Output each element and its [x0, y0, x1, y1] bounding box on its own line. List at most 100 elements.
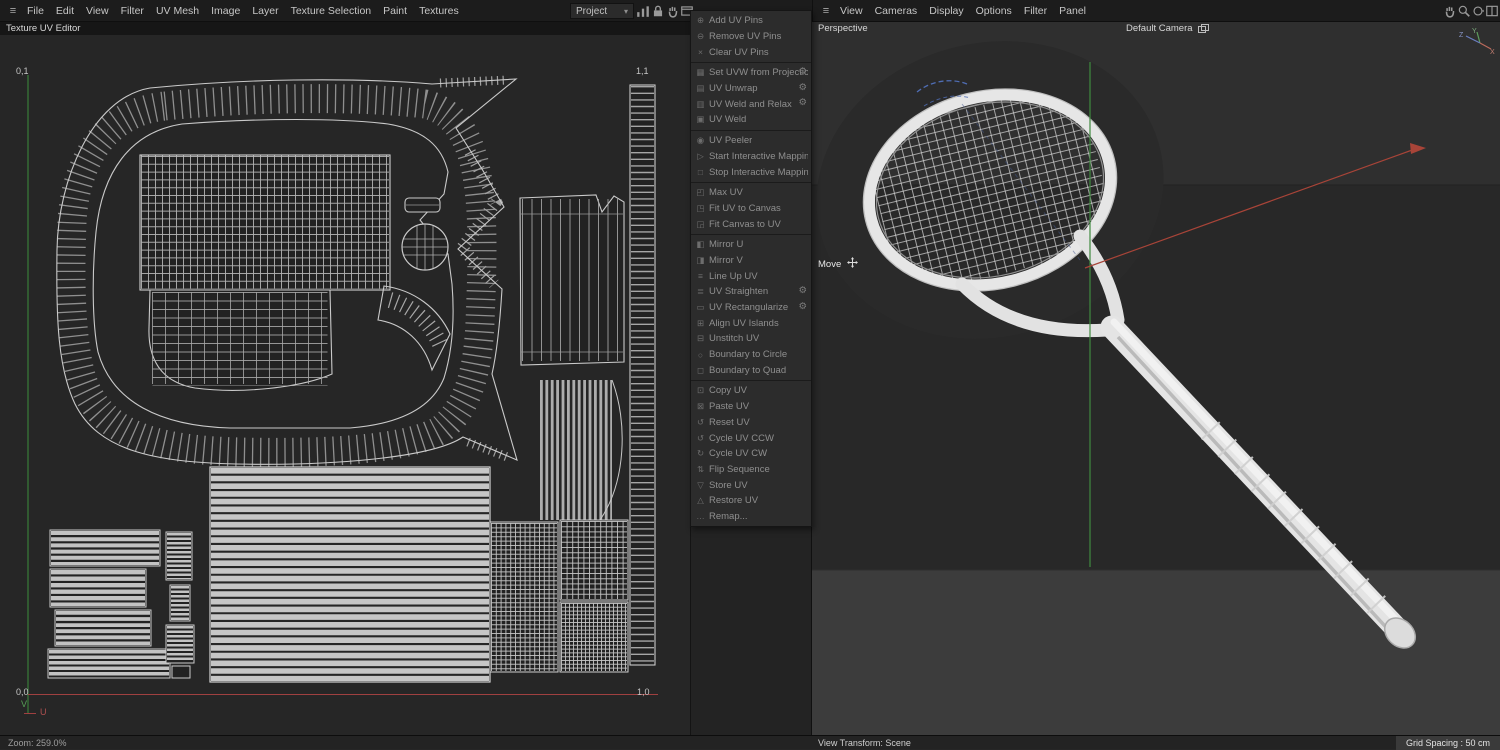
vp-menu-filter[interactable]: Filter [1018, 5, 1053, 17]
camera-toggle-icon[interactable] [1198, 24, 1209, 36]
uv-menu-item-paste-uv[interactable]: ⊠ Paste UV [691, 399, 811, 415]
histogram-icon[interactable] [636, 4, 650, 18]
lock-icon[interactable] [651, 4, 665, 18]
uv-menu-item-fit-uv-to-canvas[interactable]: ◳ Fit UV to Canvas [691, 201, 811, 217]
uv-island-wedge[interactable] [377, 285, 451, 372]
vp-menu-cameras[interactable]: Cameras [869, 5, 924, 17]
uv-menu-item-remove-uv-pins[interactable]: ⊖ Remove UV Pins [691, 29, 811, 45]
orbit-rotate-icon[interactable] [1471, 4, 1485, 18]
uv-menu-item-uv-rectangularize[interactable]: ▭ UV Rectangularize ⚙ [691, 300, 811, 316]
camera-label[interactable]: Default Camera [1126, 23, 1193, 34]
uv-menu-item-mirror-u[interactable]: ◧ Mirror U [691, 237, 811, 253]
uv-menu-item-remap[interactable]: … Remap... [691, 509, 811, 525]
uv-menu-item-store-uv[interactable]: ▽ Store UV [691, 477, 811, 493]
uv-island-panel[interactable] [148, 289, 333, 391]
peeler-icon: ◉ [696, 135, 705, 146]
uv-island-grip-panel[interactable] [519, 194, 625, 366]
axis-gizmo[interactable]: Z Y X [1450, 26, 1496, 61]
hamburger-icon[interactable]: ≡ [5, 5, 21, 17]
pan-hand-icon[interactable] [1443, 4, 1457, 18]
uv-menu-item-fit-canvas-to-uv[interactable]: ◲ Fit Canvas to UV [691, 216, 811, 232]
uv-menu-item-align-uv-islands[interactable]: ⊞ Align UV Islands [691, 315, 811, 331]
uv-island-wrap-stripes[interactable] [209, 466, 491, 683]
uv-menu-item-mirror-v[interactable]: ◨ Mirror V [691, 253, 811, 269]
uv-menu-item-unstitch-uv[interactable]: ⊟ Unstitch UV [691, 331, 811, 347]
gear-icon[interactable]: ⚙ [798, 97, 807, 108]
uv-menu-item-reset-uv[interactable]: ↺ Reset UV [691, 415, 811, 431]
gear-icon[interactable]: ⚙ [798, 301, 807, 312]
gear-icon[interactable]: ⚙ [798, 82, 807, 93]
menu-file[interactable]: File [21, 5, 50, 17]
pin-remove-icon: ⊖ [696, 31, 705, 42]
uv-island-checker-cluster[interactable] [489, 519, 629, 673]
v-axis-label: V [21, 699, 28, 709]
hamburger-icon[interactable]: ≡ [818, 5, 834, 17]
uv-menu-item-boundary-to-circle[interactable]: ○ Boundary to Circle [691, 347, 811, 363]
menu-item-label: Store UV [709, 479, 748, 491]
uv-island-frame-strip[interactable] [629, 84, 656, 666]
menu-item-label: Mirror V [709, 254, 743, 266]
menu-image[interactable]: Image [205, 5, 246, 17]
uv-menu-item-max-uv[interactable]: ◰ Max UV [691, 185, 811, 201]
uv-island-strip-cluster[interactable] [540, 379, 623, 521]
uv-menu-item-clear-uv-pins[interactable]: × Clear UV Pins [691, 44, 811, 60]
uv-island-strings[interactable] [139, 154, 391, 291]
perspective-viewport[interactable] [812, 22, 1500, 735]
uv-menu-item-set-uvw-from-projection[interactable]: ▦ Set UVW from Projection ⚙ [691, 65, 811, 81]
menu-item-label: Add UV Pins [709, 15, 763, 27]
menu-item-label: Cycle UV CW [709, 448, 768, 460]
uv-island-small-rect[interactable] [404, 197, 441, 213]
uv-island-bar-cluster[interactable] [47, 529, 195, 679]
uv-menu-item-uv-weld[interactable]: ▣ UV Weld [691, 112, 811, 128]
project-dropdown[interactable]: Project ▾ [570, 3, 634, 19]
uv-menu-item-uv-peeler[interactable]: ◉ UV Peeler [691, 133, 811, 149]
menu-textures[interactable]: Textures [413, 5, 465, 17]
menu-uv-mesh[interactable]: UV Mesh [150, 5, 205, 17]
boundary-circle-icon: ○ [697, 349, 704, 360]
uv-canvas-svg[interactable] [0, 22, 690, 735]
menu-texture-selection[interactable]: Texture Selection [285, 5, 378, 17]
uv-canvas[interactable] [0, 22, 690, 735]
vp-menu-view[interactable]: View [834, 5, 869, 17]
menu-filter[interactable]: Filter [115, 5, 150, 17]
menu-view[interactable]: View [80, 5, 115, 17]
vp-menu-options[interactable]: Options [970, 5, 1018, 17]
menu-item-label: Align UV Islands [709, 317, 779, 329]
projection-icon: ▦ [696, 67, 705, 78]
vp-menu-display[interactable]: Display [923, 5, 969, 17]
gear-icon[interactable]: ⚙ [798, 285, 807, 296]
menu-paint[interactable]: Paint [377, 5, 413, 17]
stop-icon: □ [697, 167, 704, 178]
uv-menu-item-uv-straighten[interactable]: ≣ UV Straighten ⚙ [691, 284, 811, 300]
weld-relax-icon: ▥ [696, 98, 705, 109]
uv-menu-item-add-uv-pins[interactable]: ⊕ Add UV Pins [691, 13, 811, 29]
pan-hand-icon[interactable] [666, 4, 680, 18]
gear-icon[interactable]: ⚙ [798, 66, 807, 77]
menu-item-label: Boundary to Quad [709, 364, 787, 376]
max-uv-icon: ◰ [696, 187, 705, 198]
uv-menu-item-start-interactive-mapping[interactable]: ▷ Start Interactive Mapping [691, 149, 811, 165]
uv-menu-item-restore-uv[interactable]: △ Restore UV [691, 493, 811, 509]
uv-menu-item-cycle-uv-cw[interactable]: ↻ Cycle UV CW [691, 446, 811, 462]
boundary-quad-icon: ◻ [696, 364, 705, 375]
vp-menu-panel[interactable]: Panel [1053, 5, 1092, 17]
perspective-label[interactable]: Perspective [818, 23, 868, 34]
uv-menu-item-boundary-to-quad[interactable]: ◻ Boundary to Quad [691, 362, 811, 378]
uv-menu-item-cycle-uv-ccw[interactable]: ↺ Cycle UV CCW [691, 430, 811, 446]
uv-corner-01: 0,1 [16, 66, 29, 76]
clear-icon: × [698, 47, 703, 58]
uv-menu-item-uv-unwrap[interactable]: ▤ UV Unwrap ⚙ [691, 81, 811, 97]
uv-island-circle[interactable] [401, 223, 449, 271]
maximize-view-icon[interactable] [1485, 4, 1499, 18]
uv-menu-item-stop-interactive-mapping[interactable]: □ Stop Interactive Mapping [691, 164, 811, 180]
mirror-u-icon: ◧ [696, 239, 705, 250]
dolly-zoom-icon[interactable] [1457, 4, 1471, 18]
uv-menu-item-copy-uv[interactable]: ⊡ Copy UV [691, 383, 811, 399]
active-tool-label: Move [818, 257, 858, 270]
viewport-svg [812, 22, 1500, 735]
menu-layer[interactable]: Layer [246, 5, 284, 17]
menu-edit[interactable]: Edit [50, 5, 80, 17]
uv-menu-item-uv-weld-and-relax[interactable]: ▥ UV Weld and Relax ⚙ [691, 96, 811, 112]
uv-menu-item-flip-sequence[interactable]: ⇅ Flip Sequence [691, 462, 811, 478]
uv-menu-item-line-up-uv[interactable]: ≡ Line Up UV [691, 268, 811, 284]
